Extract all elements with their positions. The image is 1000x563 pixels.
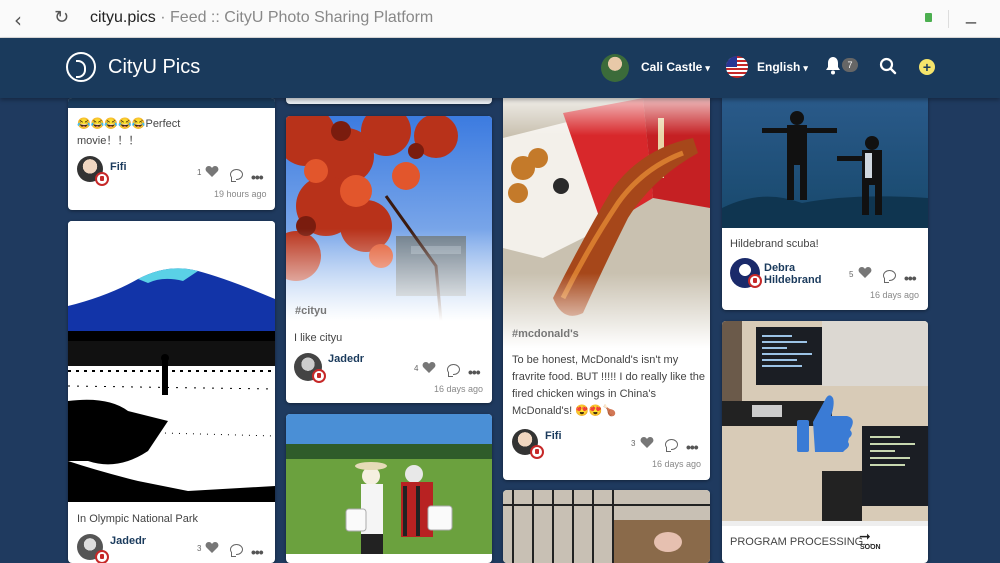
scuba-photo (722, 98, 928, 228)
report-icon[interactable] (312, 369, 326, 383)
brand-name[interactable]: CityU Pics (108, 56, 200, 79)
post-photo[interactable] (503, 98, 710, 348)
post-card[interactable] (286, 414, 492, 563)
post-caption: I like cityu (294, 332, 343, 344)
page-title: · Feed :: CityU Photo Sharing Platform (155, 9, 434, 26)
post-card[interactable]: #cityu I like cityu Jadedr 4 ••• 16 days… (286, 116, 492, 403)
battery-icon (925, 13, 932, 22)
post-caption: PROGRAM PROCESSING... (730, 536, 873, 548)
more-options-icon[interactable]: ••• (251, 545, 264, 559)
post-card[interactable]: In Olympic National Park Jadedr 3 ••• (68, 221, 275, 563)
heart-icon[interactable] (205, 541, 219, 554)
back-arrow-icon[interactable]: ‹ (14, 8, 22, 32)
heart-icon[interactable] (205, 165, 219, 178)
avatar[interactable] (512, 429, 544, 459)
bell-icon[interactable] (824, 56, 842, 75)
post-time: 16 days ago (870, 290, 920, 300)
farm-photo (286, 414, 492, 554)
post-caption: In Olympic National Park (77, 513, 199, 525)
user-menu[interactable]: Cali Castle ▾ (641, 60, 710, 74)
avatar[interactable] (294, 353, 326, 383)
post-card[interactable]: #mcdonald's To be honest, McDonald's isn… (503, 98, 710, 480)
more-options-icon[interactable]: ••• (468, 365, 481, 379)
comment-icon[interactable] (447, 364, 460, 377)
post-photo[interactable] (68, 221, 275, 502)
like-count: 3 (631, 439, 636, 448)
more-options-icon[interactable]: ••• (686, 440, 699, 454)
caret-down-icon: ▾ (803, 63, 808, 73)
avatar[interactable] (601, 54, 629, 82)
browser-toolbar: ‹ ↻ cityu.pics · Feed :: CityU Photo Sha… (0, 0, 1000, 38)
post-username[interactable]: Jadedr (110, 535, 146, 547)
thumbs-up-icon (797, 395, 853, 452)
arrow-right-icon: ➞ (859, 528, 871, 544)
post-photo[interactable] (722, 98, 928, 228)
report-icon[interactable] (748, 274, 762, 288)
cage-photo (503, 490, 710, 563)
post-time: 19 hours ago (214, 189, 267, 199)
hashtag[interactable]: #cityu (295, 305, 327, 317)
autumn-tree-photo (286, 116, 492, 321)
post-card[interactable]: Hildebrand scuba! Debra Hildebrand 5 •••… (722, 98, 928, 310)
heart-icon[interactable] (422, 361, 436, 374)
user-menu-label: Cali Castle (641, 60, 703, 74)
post-caption: To be honest, McDonald's isn't my fravri… (512, 354, 705, 417)
like-count: 1 (197, 168, 202, 177)
post-time: 16 days ago (652, 459, 702, 469)
post-photo[interactable] (286, 116, 492, 321)
post-photo[interactable] (286, 414, 492, 554)
add-post-icon[interactable]: + (919, 59, 935, 75)
post-card[interactable]: 😂😂😂😂😂Perfect movie！！！ Fifi 1 ••• 19 hour… (68, 98, 275, 210)
post-card[interactable] (503, 490, 710, 563)
post-caption: 😂😂😂😂😂Perfect movie！！！ (77, 118, 181, 147)
like-count: 5 (849, 270, 854, 279)
comment-icon[interactable] (883, 270, 896, 283)
language-label: English (757, 60, 801, 74)
photo-strip (68, 98, 275, 108)
post-username[interactable]: Fifi (110, 161, 127, 173)
post-caption: Hildebrand scuba! (730, 238, 819, 250)
address-bar[interactable]: cityu.pics · Feed :: CityU Photo Sharing… (90, 9, 433, 27)
like-count: 3 (197, 544, 202, 553)
heart-icon[interactable] (858, 266, 872, 279)
report-icon[interactable] (95, 172, 109, 186)
like-count: 4 (414, 364, 419, 373)
search-icon[interactable] (879, 57, 897, 75)
heart-icon[interactable] (640, 436, 654, 449)
url-host: cityu.pics (90, 9, 156, 26)
report-icon[interactable] (530, 445, 544, 459)
us-flag-icon[interactable] (726, 56, 748, 78)
toolbar-divider (948, 10, 949, 28)
language-menu[interactable]: English ▾ (757, 60, 808, 74)
lake-photo (68, 221, 275, 502)
hashtag[interactable]: #mcdonald's (512, 328, 579, 340)
post-time: 16 days ago (434, 384, 484, 394)
more-options-icon[interactable]: ••• (251, 170, 264, 184)
logo-icon[interactable] (66, 52, 96, 82)
comment-icon[interactable] (230, 544, 243, 557)
avatar[interactable] (77, 534, 109, 563)
chicken-wing-photo (503, 98, 710, 348)
soon-label: SOON (860, 544, 881, 551)
report-icon[interactable] (95, 550, 109, 563)
app-header: CityU Pics Cali Castle ▾ English ▾ 7 + (0, 38, 1000, 98)
notification-count-badge: 7 (842, 58, 858, 72)
avatar[interactable] (77, 156, 109, 186)
avatar[interactable] (730, 258, 762, 288)
more-options-icon[interactable]: ••• (904, 271, 917, 285)
reload-icon[interactable]: ↻ (54, 7, 69, 28)
post-username[interactable]: Jadedr (328, 353, 364, 365)
minimize-icon[interactable]: _ (966, 4, 976, 25)
post-username[interactable]: Fifi (545, 430, 562, 442)
comment-icon[interactable] (230, 169, 243, 182)
comment-icon[interactable] (665, 439, 678, 452)
caret-down-icon: ▾ (705, 63, 710, 73)
post-username[interactable]: Debra Hildebrand (764, 262, 834, 286)
